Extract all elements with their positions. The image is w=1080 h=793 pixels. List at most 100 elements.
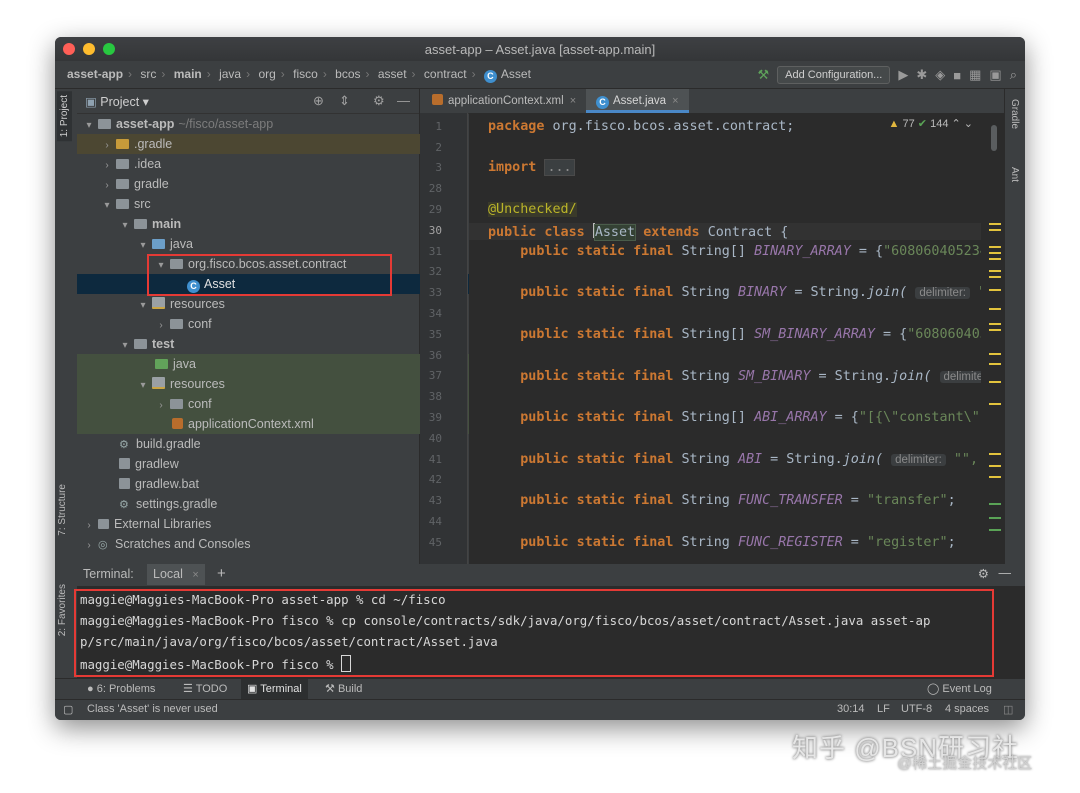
- breadcrumb-item[interactable]: contract: [424, 67, 467, 81]
- presentation-icon[interactable]: ▣: [989, 67, 1001, 83]
- line-separator[interactable]: LF: [877, 703, 890, 715]
- folded-imports[interactable]: ...: [544, 159, 575, 176]
- breadcrumb-item[interactable]: asset-app: [67, 67, 123, 81]
- tree-item-src[interactable]: ▾ src: [77, 194, 443, 214]
- chevron-down-icon[interactable]: ▾: [137, 236, 149, 256]
- chevron-right-icon[interactable]: ›: [101, 176, 113, 196]
- breadcrumb-item[interactable]: src: [140, 67, 156, 81]
- inspection-widget[interactable]: ▲ 77 ✔ 144 ⌃ ⌄: [889, 117, 973, 130]
- gradle-tool-tab[interactable]: Gradle: [1009, 99, 1020, 129]
- chevron-down-icon[interactable]: ▾: [101, 196, 113, 216]
- search-icon[interactable]: ⌕: [1010, 67, 1017, 83]
- close-icon[interactable]: ×: [672, 95, 678, 107]
- close-icon[interactable]: ×: [192, 569, 198, 581]
- file-icon: [119, 478, 130, 489]
- line-number: 3: [435, 161, 442, 174]
- hide-panel-icon[interactable]: —: [999, 566, 1012, 580]
- chevron-right-icon[interactable]: ›: [101, 156, 113, 176]
- watermark-sub: @稀土掘金技术社区: [897, 755, 1033, 772]
- tab-application-context[interactable]: applicationContext.xml ×: [426, 89, 582, 113]
- project-tool-tab[interactable]: 1: Project: [57, 91, 72, 142]
- structure-tool-tab[interactable]: 7: Structure: [57, 484, 68, 536]
- breadcrumb-item[interactable]: fisco: [293, 67, 318, 81]
- chevron-down-icon[interactable]: ▾: [137, 376, 149, 396]
- stop-icon[interactable]: ■: [953, 68, 961, 83]
- terminal-header: Terminal: Local × + ⚙ —: [77, 564, 1025, 586]
- chevron-right-icon[interactable]: ›: [155, 316, 167, 336]
- file-encoding[interactable]: UTF-8: [901, 703, 932, 715]
- todo-tool-button[interactable]: ☰ TODO: [177, 679, 233, 699]
- chevron-up-icon[interactable]: ⌃: [952, 118, 961, 130]
- chevron-down-icon[interactable]: ▾: [83, 116, 95, 136]
- coverage-icon[interactable]: ◈: [935, 67, 945, 83]
- collapse-all-icon[interactable]: ⇕: [339, 93, 350, 109]
- tree-item-gradlew[interactable]: gradlew: [77, 454, 461, 474]
- tree-item-asset-app[interactable]: ▾ asset-app ~/fisco/asset-app: [77, 114, 425, 134]
- tree-item-settings-gradle[interactable]: ⚙ settings.gradle: [77, 494, 461, 514]
- code-line-35: public static final String[] SM_BINARY_A…: [520, 327, 981, 342]
- chevron-right-icon[interactable]: ›: [155, 396, 167, 416]
- build-hammer-icon[interactable]: ⚒: [757, 67, 769, 83]
- favorites-tool-tab[interactable]: 2: Favorites: [57, 584, 68, 636]
- toggle-tool-windows-icon[interactable]: ▢: [63, 703, 73, 716]
- close-icon[interactable]: ×: [570, 95, 576, 107]
- project-view-selector[interactable]: ▣ Project ▾: [85, 94, 149, 109]
- event-log-button[interactable]: ◯ Event Log: [921, 679, 998, 699]
- breadcrumb-item[interactable]: main: [174, 67, 202, 81]
- folder-icon: [116, 139, 129, 149]
- tree-item-test[interactable]: ▾ test: [77, 334, 461, 354]
- terminal-tab-local[interactable]: Local ×: [147, 564, 205, 585]
- left-tool-strip: 1: Project 7: Structure: [55, 89, 78, 564]
- tree-item-build-gradle[interactable]: ⚙ build.gradle: [77, 434, 461, 454]
- chevron-down-icon[interactable]: ▾: [119, 336, 131, 356]
- debug-icon[interactable]: ✱: [916, 67, 927, 83]
- code-line-45: public static final String FUNC_REGISTER…: [520, 535, 956, 550]
- locate-icon[interactable]: ⊕: [313, 93, 324, 109]
- breadcrumb-item[interactable]: bcos: [335, 67, 360, 81]
- tree-item-test-resources[interactable]: ▾ resources: [77, 374, 479, 394]
- indent-setting[interactable]: 4 spaces: [945, 703, 989, 715]
- new-terminal-icon[interactable]: +: [217, 565, 226, 582]
- line-number: 41: [428, 453, 442, 466]
- code-line-29: @Unchecked/: [488, 202, 577, 217]
- chevron-right-icon[interactable]: ›: [83, 536, 95, 556]
- chevron-down-icon[interactable]: ⌄: [964, 118, 973, 130]
- breadcrumb-item[interactable]: Asset: [501, 67, 531, 81]
- code-editor[interactable]: ▲ 77 ✔ 144 ⌃ ⌄ package org.fisco.bcos.as…: [469, 113, 981, 564]
- gear-icon[interactable]: ⚙: [978, 566, 989, 581]
- tree-item-main-java[interactable]: ▾ java: [77, 234, 479, 254]
- tree-item-main[interactable]: ▾ main: [77, 214, 461, 234]
- ant-tool-tab[interactable]: Ant: [1009, 167, 1020, 182]
- breadcrumb-item[interactable]: org: [258, 67, 275, 81]
- highlight-box-package: [147, 254, 392, 296]
- run-icon[interactable]: ▶: [898, 67, 908, 83]
- terminal-tool-button[interactable]: ▣ Terminal: [241, 679, 308, 699]
- line-number: 29: [428, 203, 442, 216]
- project-structure-icon[interactable]: ▦: [969, 67, 981, 83]
- tab-asset-java[interactable]: C Asset.java ×: [586, 89, 689, 113]
- check-icon: ✔: [917, 118, 928, 130]
- tree-item-gradlew-bat[interactable]: gradlew.bat: [77, 474, 461, 494]
- caret-position[interactable]: 30:14: [837, 703, 865, 715]
- scroll-thumb[interactable]: [991, 125, 997, 151]
- tree-item-gradle-cache[interactable]: › .gradle: [77, 134, 443, 154]
- breadcrumb-item[interactable]: asset: [378, 67, 407, 81]
- chevron-right-icon[interactable]: ›: [83, 516, 95, 536]
- hide-panel-icon[interactable]: —: [397, 93, 410, 108]
- add-configuration-button[interactable]: Add Configuration...: [777, 66, 891, 84]
- problems-tool-button[interactable]: ● 6: Problems: [81, 679, 161, 699]
- breadcrumb-item[interactable]: java: [219, 67, 241, 81]
- tree-item-idea[interactable]: › .idea: [77, 154, 443, 174]
- line-number: 38: [428, 390, 442, 403]
- lock-icon[interactable]: ◫: [1003, 703, 1013, 716]
- chevron-right-icon[interactable]: ›: [101, 136, 113, 156]
- tree-item-external-libraries[interactable]: › External Libraries: [77, 514, 425, 534]
- tree-item-scratches[interactable]: › ◎ Scratches and Consoles: [77, 534, 425, 554]
- chevron-down-icon[interactable]: ▾: [137, 296, 149, 316]
- gear-icon[interactable]: ⚙: [373, 93, 385, 109]
- chevron-down-icon[interactable]: ▾: [119, 216, 131, 236]
- build-tool-button[interactable]: ⚒ Build: [319, 679, 368, 699]
- tree-item-gradle[interactable]: › gradle: [77, 174, 443, 194]
- tree-item-main-resources[interactable]: ▾ resources: [77, 294, 479, 314]
- error-stripe[interactable]: [981, 113, 1005, 564]
